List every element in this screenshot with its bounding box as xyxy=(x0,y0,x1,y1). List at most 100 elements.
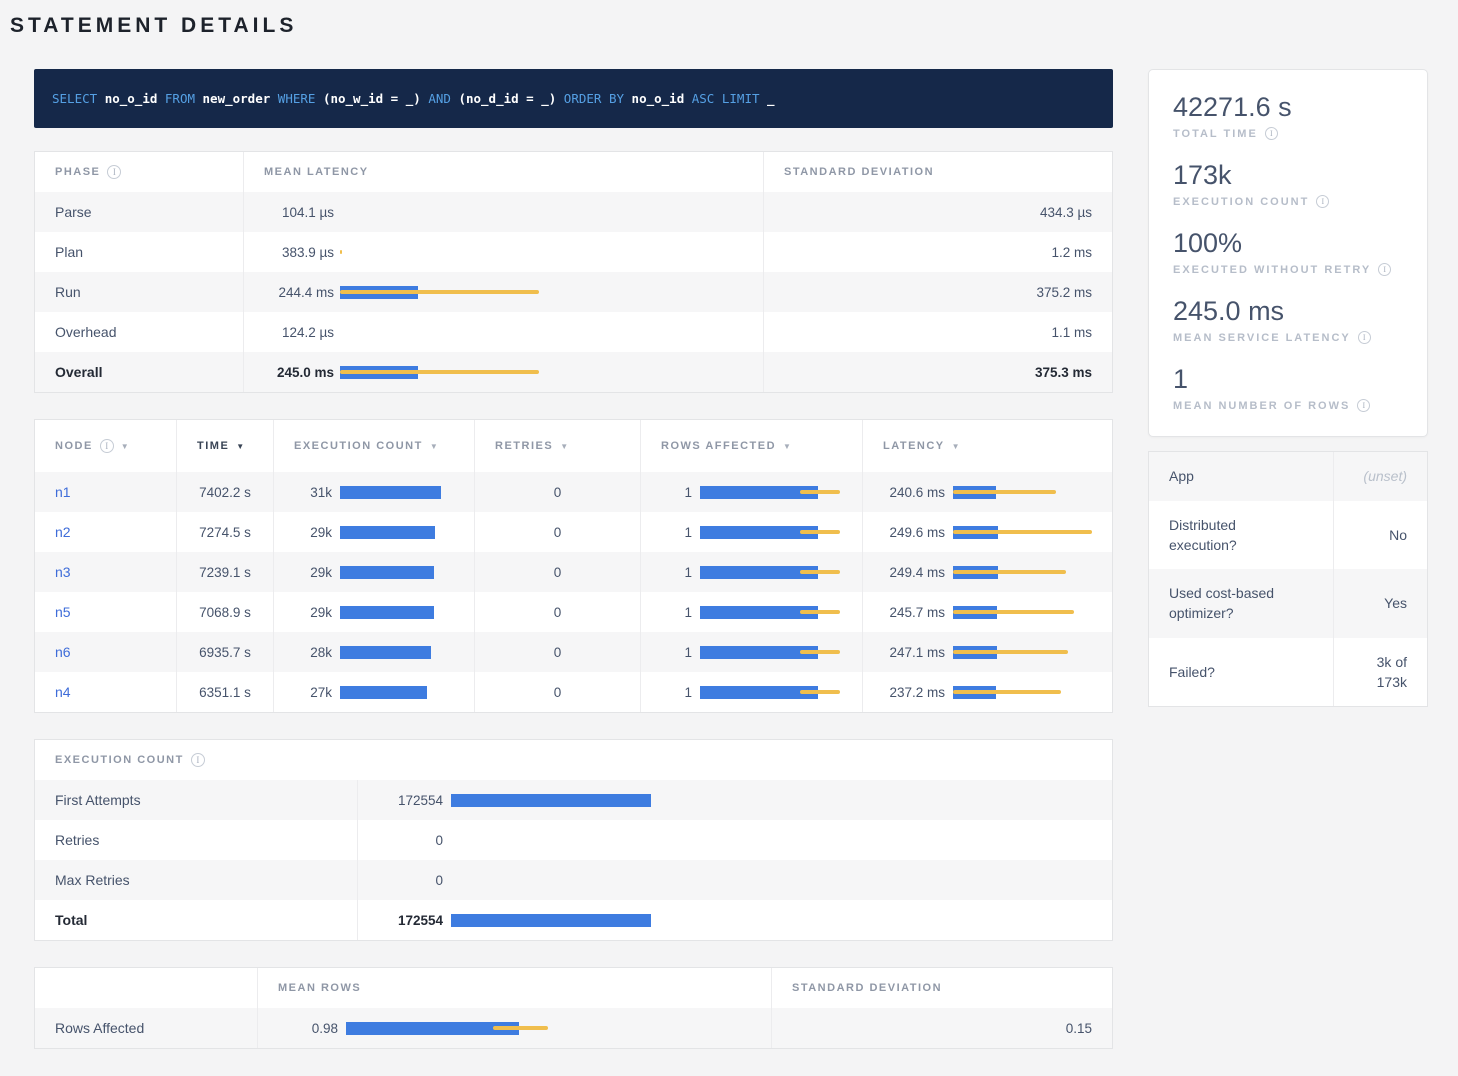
attribute-label[interactable]: Failed? xyxy=(1149,638,1333,707)
standard-deviation-cell[interactable]: 1.1 ms xyxy=(763,312,1112,352)
stddev-bar-segment[interactable] xyxy=(953,490,1056,494)
sort-arrow-icon[interactable]: ▼ xyxy=(783,442,792,451)
summary-stat-label[interactable]: EXECUTED WITHOUT RETRY i xyxy=(1173,263,1403,276)
execution-count-cell[interactable]: 29k xyxy=(273,552,474,592)
mean-bar-segment[interactable] xyxy=(340,646,431,659)
latency-cell[interactable]: 249.4 ms xyxy=(862,552,1112,592)
latency-bar[interactable] xyxy=(340,606,434,619)
latency-bar[interactable] xyxy=(340,286,539,299)
mean-latency-value[interactable]: 104.1 µs xyxy=(264,205,334,220)
attribute-row[interactable]: Used cost-based optimizer?Yes xyxy=(1149,569,1427,638)
mean-latency-value[interactable]: 244.4 ms xyxy=(264,285,334,300)
mean-bar-segment[interactable] xyxy=(451,914,651,927)
node-link[interactable]: n1 xyxy=(55,484,71,500)
execution-row-label[interactable]: Retries xyxy=(35,820,357,860)
summary-stat-value[interactable]: 1 xyxy=(1173,364,1403,395)
latency-value[interactable]: 249.6 ms xyxy=(883,525,945,540)
stddev-bar-segment[interactable] xyxy=(800,650,840,654)
summary-stat-value[interactable]: 245.0 ms xyxy=(1173,296,1403,327)
node-link[interactable]: n5 xyxy=(55,604,71,620)
execution-row-value-cell[interactable]: 172554 xyxy=(357,780,1112,820)
execution-count-cell[interactable]: 27k xyxy=(273,672,474,712)
mean-latency-cell[interactable]: 124.2 µs xyxy=(243,312,763,352)
execution-row-label[interactable]: Total xyxy=(35,900,357,940)
summary-stat[interactable]: 1MEAN NUMBER OF ROWSi xyxy=(1173,364,1403,412)
phase-label[interactable]: Overhead xyxy=(35,312,243,352)
retries-cell[interactable]: 0 xyxy=(474,512,640,552)
time-cell[interactable]: 6935.7 s xyxy=(176,632,273,672)
mean-bar-segment[interactable] xyxy=(340,526,435,539)
info-icon[interactable]: i xyxy=(1265,127,1278,140)
execution-count-value[interactable]: 31k xyxy=(294,485,332,500)
latency-cell[interactable]: 237.2 ms xyxy=(862,672,1112,712)
attribute-value-text[interactable]: 3k of 173k xyxy=(1347,652,1407,693)
info-icon[interactable]: i xyxy=(191,753,205,767)
attribute-value[interactable]: 3k of 173k xyxy=(1333,638,1427,707)
node-table-column-header-rows-affected[interactable]: ROWS AFFECTED▼ xyxy=(640,420,862,472)
node-table-column-header-retries[interactable]: RETRIES▼ xyxy=(474,420,640,472)
attribute-label[interactable]: Distributed execution? xyxy=(1149,501,1333,570)
latency-bar[interactable] xyxy=(700,566,840,579)
execution-row-value-cell[interactable]: 0 xyxy=(357,820,1112,860)
time-cell[interactable]: 7274.5 s xyxy=(176,512,273,552)
attribute-row[interactable]: App(unset) xyxy=(1149,452,1427,500)
phase-table-row[interactable]: Overall245.0 ms375.3 ms xyxy=(35,352,1112,392)
latency-value[interactable]: 249.4 ms xyxy=(883,565,945,580)
summary-stat-value[interactable]: 100% xyxy=(1173,228,1403,259)
standard-deviation-cell[interactable]: 375.3 ms xyxy=(763,352,1112,392)
summary-stat-value[interactable]: 42271.6 s xyxy=(1173,92,1403,123)
execution-row-label[interactable]: Max Retries xyxy=(35,860,357,900)
node-table-row[interactable]: n17402.2 s31k01240.6 ms xyxy=(35,472,1112,512)
latency-bar[interactable] xyxy=(953,606,1074,619)
mean-latency-value[interactable]: 245.0 ms xyxy=(264,365,334,380)
node-cell[interactable]: n5 xyxy=(35,592,176,632)
node-table-row[interactable]: n46351.1 s27k01237.2 ms xyxy=(35,672,1112,712)
phase-label[interactable]: Plan xyxy=(35,232,243,272)
mean-latency-cell[interactable]: 245.0 ms xyxy=(243,352,763,392)
info-icon[interactable]: i xyxy=(1378,263,1391,276)
mean-latency-cell[interactable]: 383.9 µs xyxy=(243,232,763,272)
summary-stat-label-text[interactable]: EXECUTED WITHOUT RETRY xyxy=(1173,264,1371,276)
summary-stat[interactable]: 245.0 msMEAN SERVICE LATENCYi xyxy=(1173,296,1403,344)
sort-arrow-icon[interactable]: ▼ xyxy=(121,442,130,451)
rows-affected-row[interactable]: Rows Affected0.980.15 xyxy=(35,1008,1112,1048)
latency-bar[interactable] xyxy=(340,566,434,579)
summary-stat[interactable]: 100% EXECUTED WITHOUT RETRY i xyxy=(1173,228,1403,276)
phase-table-row[interactable]: Overhead124.2 µs1.1 ms xyxy=(35,312,1112,352)
attribute-label-text[interactable]: Distributed execution? xyxy=(1169,515,1301,556)
sql-keyword[interactable]: AND xyxy=(421,91,459,106)
execution-count-cell[interactable]: 28k xyxy=(273,632,474,672)
node-table-column-header-node[interactable]: NODEi▼ xyxy=(35,420,176,472)
latency-value[interactable]: 245.7 ms xyxy=(883,605,945,620)
latency-bar[interactable] xyxy=(340,366,539,379)
mean-latency-value[interactable]: 383.9 µs xyxy=(264,245,334,260)
rows-affected-value[interactable]: 1 xyxy=(661,605,692,620)
attribute-value[interactable]: No xyxy=(1333,501,1427,570)
execution-count-row[interactable]: Retries0 xyxy=(35,820,1112,860)
rows-affected-cell[interactable]: 1 xyxy=(640,472,862,512)
execution-count-cell[interactable]: 29k xyxy=(273,592,474,632)
node-cell[interactable]: n1 xyxy=(35,472,176,512)
sql-keyword[interactable]: ASC LIMIT xyxy=(684,91,767,106)
time-cell[interactable]: 7239.1 s xyxy=(176,552,273,592)
summary-stat[interactable]: 42271.6 sTOTAL TIMEi xyxy=(1173,92,1403,140)
latency-cell[interactable]: 249.6 ms xyxy=(862,512,1112,552)
sql-identifier[interactable]: new_order xyxy=(203,91,271,106)
rows-affected-value[interactable]: 1 xyxy=(661,565,692,580)
node-table-row[interactable]: n66935.7 s28k01247.1 ms xyxy=(35,632,1112,672)
latency-bar[interactable] xyxy=(953,566,1066,579)
phase-table-row[interactable]: Run244.4 ms375.2 ms xyxy=(35,272,1112,312)
node-table-column-header-time[interactable]: TIME▼ xyxy=(176,420,273,472)
execution-count-row[interactable]: Max Retries0 xyxy=(35,860,1112,900)
phase-table-row[interactable]: Parse104.1 µs434.3 µs xyxy=(35,192,1112,232)
sql-keyword[interactable]: FROM xyxy=(157,91,202,106)
attribute-value-text[interactable]: Yes xyxy=(1384,593,1407,613)
sql-keyword[interactable]: WHERE xyxy=(270,91,323,106)
latency-cell[interactable]: 245.7 ms xyxy=(862,592,1112,632)
node-table-row[interactable]: n37239.1 s29k01249.4 ms xyxy=(35,552,1112,592)
sql-identifier[interactable]: no_o_id xyxy=(632,91,685,106)
retries-cell[interactable]: 0 xyxy=(474,472,640,512)
execution-count-value[interactable]: 29k xyxy=(294,565,332,580)
node-cell[interactable]: n2 xyxy=(35,512,176,552)
stddev-bar-segment[interactable] xyxy=(340,370,539,374)
